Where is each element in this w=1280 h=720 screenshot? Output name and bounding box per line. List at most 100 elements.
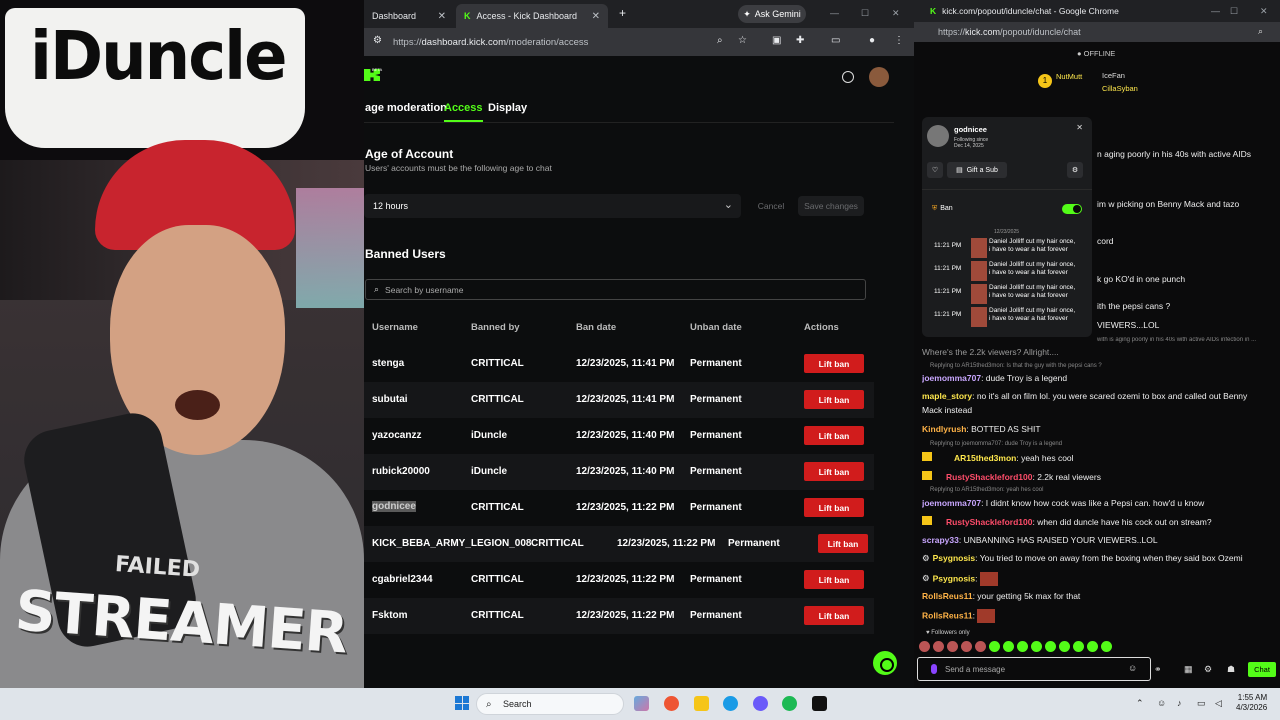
highlighted-username[interactable]: godnicee: [372, 501, 416, 512]
kick-app-icon[interactable]: [812, 696, 827, 711]
account-age-select[interactable]: 12 hours ⌄: [364, 194, 741, 218]
chat-message-partial: VIEWERS...LOL: [1097, 320, 1160, 330]
puzzle-icon[interactable]: ✚: [796, 35, 804, 46]
col-ban-date[interactable]: Ban date: [576, 322, 616, 333]
cancel-button[interactable]: Cancel: [748, 196, 794, 216]
ban-toggle[interactable]: [1062, 204, 1082, 214]
lift-ban-button[interactable]: Lift ban: [804, 426, 864, 445]
heart-icon[interactable]: ♡: [927, 162, 943, 178]
lift-ban-button[interactable]: Lift ban: [804, 354, 864, 373]
lift-ban-button[interactable]: Lift ban: [804, 390, 864, 409]
bookmark-star-icon[interactable]: ☆: [738, 35, 747, 46]
save-changes-button[interactable]: Save changes: [798, 196, 864, 216]
close-window-icon[interactable]: ✕: [892, 8, 900, 19]
maximize-icon[interactable]: ☐: [1230, 6, 1238, 17]
profile-icon[interactable]: ●: [869, 35, 875, 46]
lift-ban-button[interactable]: Lift ban: [804, 606, 864, 625]
url-text[interactable]: https://dashboard.kick.com/moderation/ac…: [393, 37, 588, 48]
file-explorer-icon[interactable]: [694, 696, 709, 711]
help-icon[interactable]: [842, 71, 854, 83]
ask-gemini-button[interactable]: ✦ Ask Gemini: [738, 5, 806, 23]
col-unban-date[interactable]: Unban date: [690, 322, 742, 333]
zoom-icon[interactable]: ⌕: [717, 35, 723, 46]
search-input[interactable]: [385, 284, 786, 295]
close-window-icon[interactable]: ✕: [1260, 6, 1268, 17]
avatar[interactable]: [869, 67, 889, 87]
tab-message-moderation[interactable]: age moderation: [365, 102, 447, 114]
cast-icon[interactable]: ▭: [831, 35, 840, 46]
windows-taskbar: ⌕ Search ⌃ ☺ ♪ ▭ ◁ 1:55 AM 4/3/2026: [0, 688, 1280, 720]
gift-sub-button[interactable]: ▤ Gift a Sub: [947, 162, 1007, 178]
clock[interactable]: 1:55 AM 4/3/2026: [1236, 693, 1267, 713]
chevron-up-icon[interactable]: ⌃: [1136, 698, 1144, 709]
chat-message-partial: k go KO'd in one punch: [1097, 274, 1186, 284]
maximize-icon[interactable]: ☐: [861, 8, 869, 19]
stream-status: ● OFFLINE: [1077, 49, 1116, 58]
calendar-icon[interactable]: ▦: [1184, 664, 1193, 675]
chat-message: ⚙ Psygnosis: You tried to move on away fr…: [922, 553, 1243, 563]
chat-message: joemomma707: I didnt know how cock was l…: [922, 498, 1205, 508]
gear-icon[interactable]: ⚙: [1204, 664, 1212, 675]
site-settings-icon[interactable]: ⚙: [373, 35, 382, 46]
chat-send-button[interactable]: Chat: [1248, 662, 1276, 677]
tray-icon[interactable]: ☺: [1157, 698, 1166, 708]
tab-display[interactable]: Display: [488, 102, 527, 114]
col-username[interactable]: Username: [372, 322, 418, 333]
menu-icon[interactable]: ⋮: [894, 35, 904, 46]
close-tab-icon[interactable]: ✕: [438, 11, 446, 22]
tab-access-settings[interactable]: Access: [444, 102, 483, 122]
link-icon[interactable]: ⚭: [1154, 664, 1162, 675]
extension-icon[interactable]: ▣: [772, 35, 781, 46]
taskbar-search[interactable]: ⌕ Search: [476, 693, 624, 715]
lift-ban-button[interactable]: Lift ban: [818, 534, 868, 553]
close-tab-icon[interactable]: ✕: [592, 11, 600, 22]
recent-emotes[interactable]: [919, 641, 1112, 653]
support-chat-button[interactable]: [871, 649, 899, 677]
mic-icon[interactable]: [931, 664, 937, 674]
dashboard-browser-window: Dashboard ✕ K Access - Kick Dashboard ✕ …: [364, 0, 914, 688]
mod-tools-icon[interactable]: ⚙: [1067, 162, 1083, 178]
message-composer[interactable]: ☺: [917, 657, 1151, 681]
chat-message-continued: Mack instead: [922, 405, 973, 415]
send-message-input[interactable]: [945, 664, 1125, 674]
chevron-down-icon: ⌄: [723, 199, 733, 211]
windows-start-icon[interactable]: [455, 696, 469, 710]
user-card-name[interactable]: godnicee: [954, 125, 987, 134]
spotify-icon[interactable]: [782, 696, 797, 711]
gifter-name[interactable]: NutMutt: [1056, 72, 1082, 81]
discord-icon[interactable]: [753, 696, 768, 711]
badge-icon: [922, 452, 932, 461]
chat-message-partial: cord: [1097, 236, 1114, 246]
mod-badge-icon: ⚙: [922, 553, 930, 563]
minimize-icon[interactable]: —: [1211, 6, 1220, 16]
ban-label: ⛨ Ban: [932, 205, 953, 212]
address-bar[interactable]: ⚙ https://dashboard.kick.com/moderation/…: [364, 28, 914, 56]
lift-ban-button[interactable]: Lift ban: [804, 498, 864, 517]
network-icon[interactable]: ▭: [1197, 698, 1206, 709]
chat-message: scrapy33: UNBANNING HAS RAISED YOUR VIEW…: [922, 535, 1158, 545]
chat-address-bar[interactable]: https://kick.com/popout/iduncle/chat ⌕: [914, 22, 1280, 42]
col-actions[interactable]: Actions: [804, 322, 839, 333]
minimize-icon[interactable]: —: [830, 8, 839, 18]
col-banned-by[interactable]: Banned by: [471, 322, 520, 333]
lift-ban-button[interactable]: Lift ban: [804, 462, 864, 481]
emoji-icon[interactable]: ☺: [1128, 663, 1137, 673]
search-icon[interactable]: ⌕: [1258, 26, 1263, 37]
chrome-icon[interactable]: [664, 696, 679, 711]
sparkle-icon: ✦: [743, 8, 751, 19]
mic-icon[interactable]: ♪: [1177, 698, 1182, 708]
new-tab-button[interactable]: +: [619, 6, 626, 20]
lift-ban-button[interactable]: Lift ban: [804, 570, 864, 589]
tab-dashboard[interactable]: Dashboard ✕: [364, 4, 454, 28]
mod-badge-icon: ⚙: [922, 573, 930, 584]
gifter-name[interactable]: CillaSyban: [1102, 84, 1138, 93]
gifter-name[interactable]: IceFan: [1102, 71, 1125, 80]
people-icon[interactable]: ☗: [1227, 664, 1235, 675]
banned-search-field[interactable]: ⌕: [365, 279, 866, 300]
edge-icon[interactable]: [723, 696, 738, 711]
user-card-popup: godnicee Following since Dec 14, 2025 ✕ …: [922, 117, 1092, 337]
volume-icon[interactable]: ◁: [1215, 698, 1222, 709]
tab-access[interactable]: K Access - Kick Dashboard ✕: [456, 4, 608, 28]
copilot-icon[interactable]: [634, 696, 649, 711]
close-icon[interactable]: ✕: [1076, 123, 1083, 132]
